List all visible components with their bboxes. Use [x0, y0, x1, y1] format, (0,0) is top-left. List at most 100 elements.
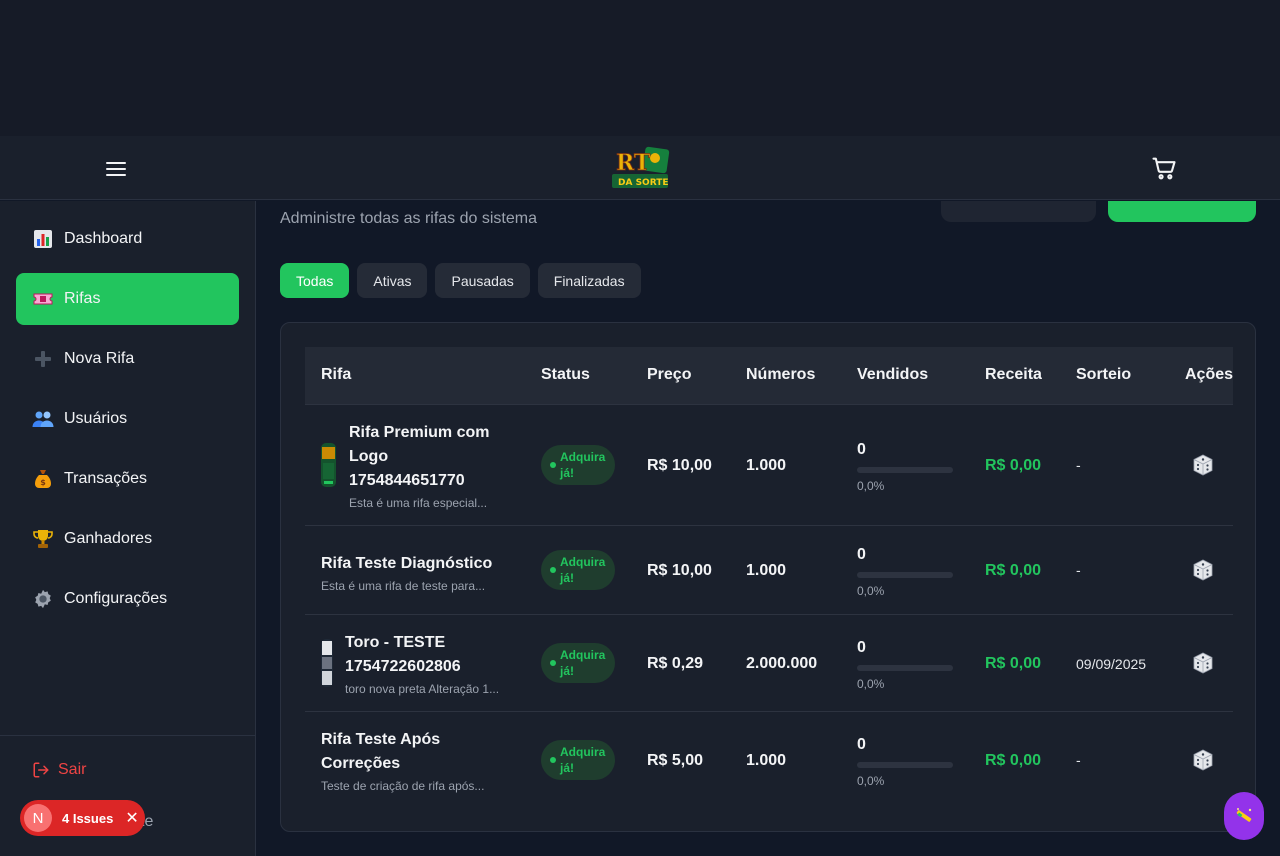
price-cell: R$ 5,00 — [647, 752, 704, 769]
table-row[interactable]: Toro - TESTE 1754722602806 toro nova pre… — [305, 614, 1233, 711]
sold-progress-bar — [857, 762, 953, 768]
brand-logo[interactable]: RT DA SORTE — [610, 144, 670, 192]
status-dot — [550, 567, 556, 573]
sidebar-item-ganhadores[interactable]: Ganhadores — [16, 513, 239, 565]
dice-icon[interactable] — [1192, 454, 1214, 476]
close-icon[interactable]: ✕ — [125, 808, 138, 828]
sidebar-item-nova-rifa[interactable]: Nova Rifa — [16, 333, 239, 385]
rifa-info: Rifa Premium com Logo 1754844651770 Esta… — [349, 421, 489, 510]
dice-icon[interactable] — [1192, 559, 1214, 581]
rifa-title-line: Logo — [349, 448, 389, 465]
numbers-cell: 2.000.000 — [746, 655, 818, 672]
filter-finalizadas[interactable]: Finalizadas — [537, 263, 641, 298]
logo-text-top: RT — [616, 150, 651, 176]
rifa-title-line: Toro - TESTE — [345, 634, 446, 651]
rifa-description: Esta é uma rifa especial... — [349, 496, 488, 510]
numbers-cell: 1.000 — [746, 752, 787, 769]
sidebar-item-label: Transações — [64, 470, 147, 487]
dev-tools-logo: N — [24, 804, 52, 832]
status-badge: Adquira já! — [541, 740, 615, 780]
sidebar-item-usuarios[interactable]: Usuários — [16, 393, 239, 445]
rifa-description: toro nova preta Alteração 1... — [345, 682, 500, 696]
revenue-cell: R$ 0,00 — [985, 655, 1042, 672]
status-text: já! — [560, 664, 575, 678]
sold-percent: 0,0% — [857, 584, 885, 598]
rifa-description: Esta é uma rifa de teste para... — [321, 579, 486, 593]
primary-action-button[interactable] — [1108, 201, 1256, 222]
sold-cell: 0 0,0% — [857, 546, 953, 598]
rifa-title-line: 1754722602806 — [345, 658, 461, 675]
sidebar-item-label: Configurações — [64, 590, 168, 607]
status-badge: Adquira já! — [541, 550, 615, 590]
sold-count: 0 — [857, 639, 866, 656]
rifa-info: Rifa Teste Após Correções Teste de criaç… — [321, 728, 484, 793]
column-header-vendidos: Vendidos — [857, 366, 929, 383]
filter-pausadas[interactable]: Pausadas — [435, 263, 530, 298]
plus-icon — [32, 348, 54, 370]
logout-label: Sair — [58, 761, 87, 778]
status-text: Adquira — [560, 450, 606, 464]
status-dot — [550, 660, 556, 666]
status-dot — [550, 462, 556, 468]
draw-date-cell: 09/09/2025 — [1076, 656, 1147, 672]
rifa-title-line: Rifa Teste Após — [321, 731, 441, 748]
users-icon — [32, 408, 54, 430]
price-cell: R$ 10,00 — [647, 562, 712, 579]
sold-progress-bar — [857, 572, 953, 578]
main-content: Administre todas as rifas do sistema Tod… — [256, 201, 1280, 856]
table-row[interactable]: Rifa Premium com Logo 1754844651770 Esta… — [305, 404, 1233, 525]
revenue-cell: R$ 0,00 — [985, 562, 1042, 579]
rifas-table-card: Rifa Status Preço Números Vendidos Recei… — [280, 322, 1256, 832]
draw-date-cell: - — [1076, 457, 1081, 473]
logout-button[interactable]: Sair — [32, 761, 86, 779]
status-badge: Adquira já! — [541, 643, 615, 683]
sidebar-item-rifas[interactable]: Rifas — [16, 273, 239, 325]
gear-icon — [32, 588, 54, 610]
rifa-info: Rifa Teste Diagnóstico Esta é uma rifa d… — [321, 552, 492, 593]
table-row[interactable]: Rifa Teste Após Correções Teste de criaç… — [305, 711, 1233, 808]
ticket-icon — [32, 288, 54, 310]
sidebar-item-label: Nova Rifa — [64, 350, 135, 367]
dev-issues-badge[interactable]: N 4 Issues ✕ — [20, 800, 145, 836]
draw-date-cell: - — [1076, 562, 1081, 578]
sidebar-item-transacoes[interactable]: $ Transações — [16, 453, 239, 505]
status-text: já! — [560, 466, 575, 480]
rifa-title-line: Rifa Teste Diagnóstico — [321, 555, 493, 572]
column-header-receita: Receita — [985, 366, 1042, 383]
dice-icon[interactable] — [1192, 749, 1214, 771]
status-text: já! — [560, 761, 575, 775]
column-header-numeros: Números — [746, 366, 816, 383]
issues-count-label: 4 Issues — [62, 810, 114, 826]
table-header: Rifa Status Preço Números Vendidos Recei… — [305, 347, 1233, 404]
status-badge: Adquira já! — [541, 445, 615, 485]
top-blank-area — [0, 0, 1280, 136]
filter-todas[interactable]: Todas — [280, 263, 350, 298]
numbers-cell: 1.000 — [746, 562, 787, 579]
sold-cell: 0 0,0% — [857, 441, 953, 493]
rifa-thumbnail — [321, 639, 333, 687]
page-subtitle: Administre todas as rifas do sistema — [280, 210, 537, 227]
sidebar-item-dashboard[interactable]: Dashboard — [16, 213, 239, 265]
sold-count: 0 — [857, 736, 866, 753]
secondary-action-button[interactable] — [941, 201, 1096, 222]
filter-ativas[interactable]: Ativas — [357, 263, 428, 298]
rifa-info: Toro - TESTE 1754722602806 toro nova pre… — [345, 631, 499, 696]
numbers-cell: 1.000 — [746, 457, 787, 474]
status-text: Adquira — [560, 648, 606, 662]
status-dot — [550, 757, 556, 763]
hamburger-menu-icon[interactable] — [104, 158, 128, 178]
price-cell: R$ 0,29 — [647, 655, 704, 672]
sold-percent: 0,0% — [857, 774, 885, 788]
logout-icon — [33, 762, 49, 778]
sidebar-item-configuracoes[interactable]: Configurações — [16, 573, 239, 625]
bar-chart-icon — [32, 228, 54, 250]
column-header-status: Status — [541, 366, 590, 383]
cart-icon[interactable] — [1150, 154, 1178, 182]
table-row[interactable]: Rifa Teste Diagnóstico Esta é uma rifa d… — [305, 525, 1233, 614]
wand-icon — [1236, 808, 1252, 822]
sold-percent: 0,0% — [857, 479, 885, 493]
floating-tool-button[interactable] — [1224, 792, 1264, 840]
status-text: Adquira — [560, 555, 606, 569]
dice-icon[interactable] — [1192, 652, 1214, 674]
sidebar-divider — [0, 735, 256, 736]
